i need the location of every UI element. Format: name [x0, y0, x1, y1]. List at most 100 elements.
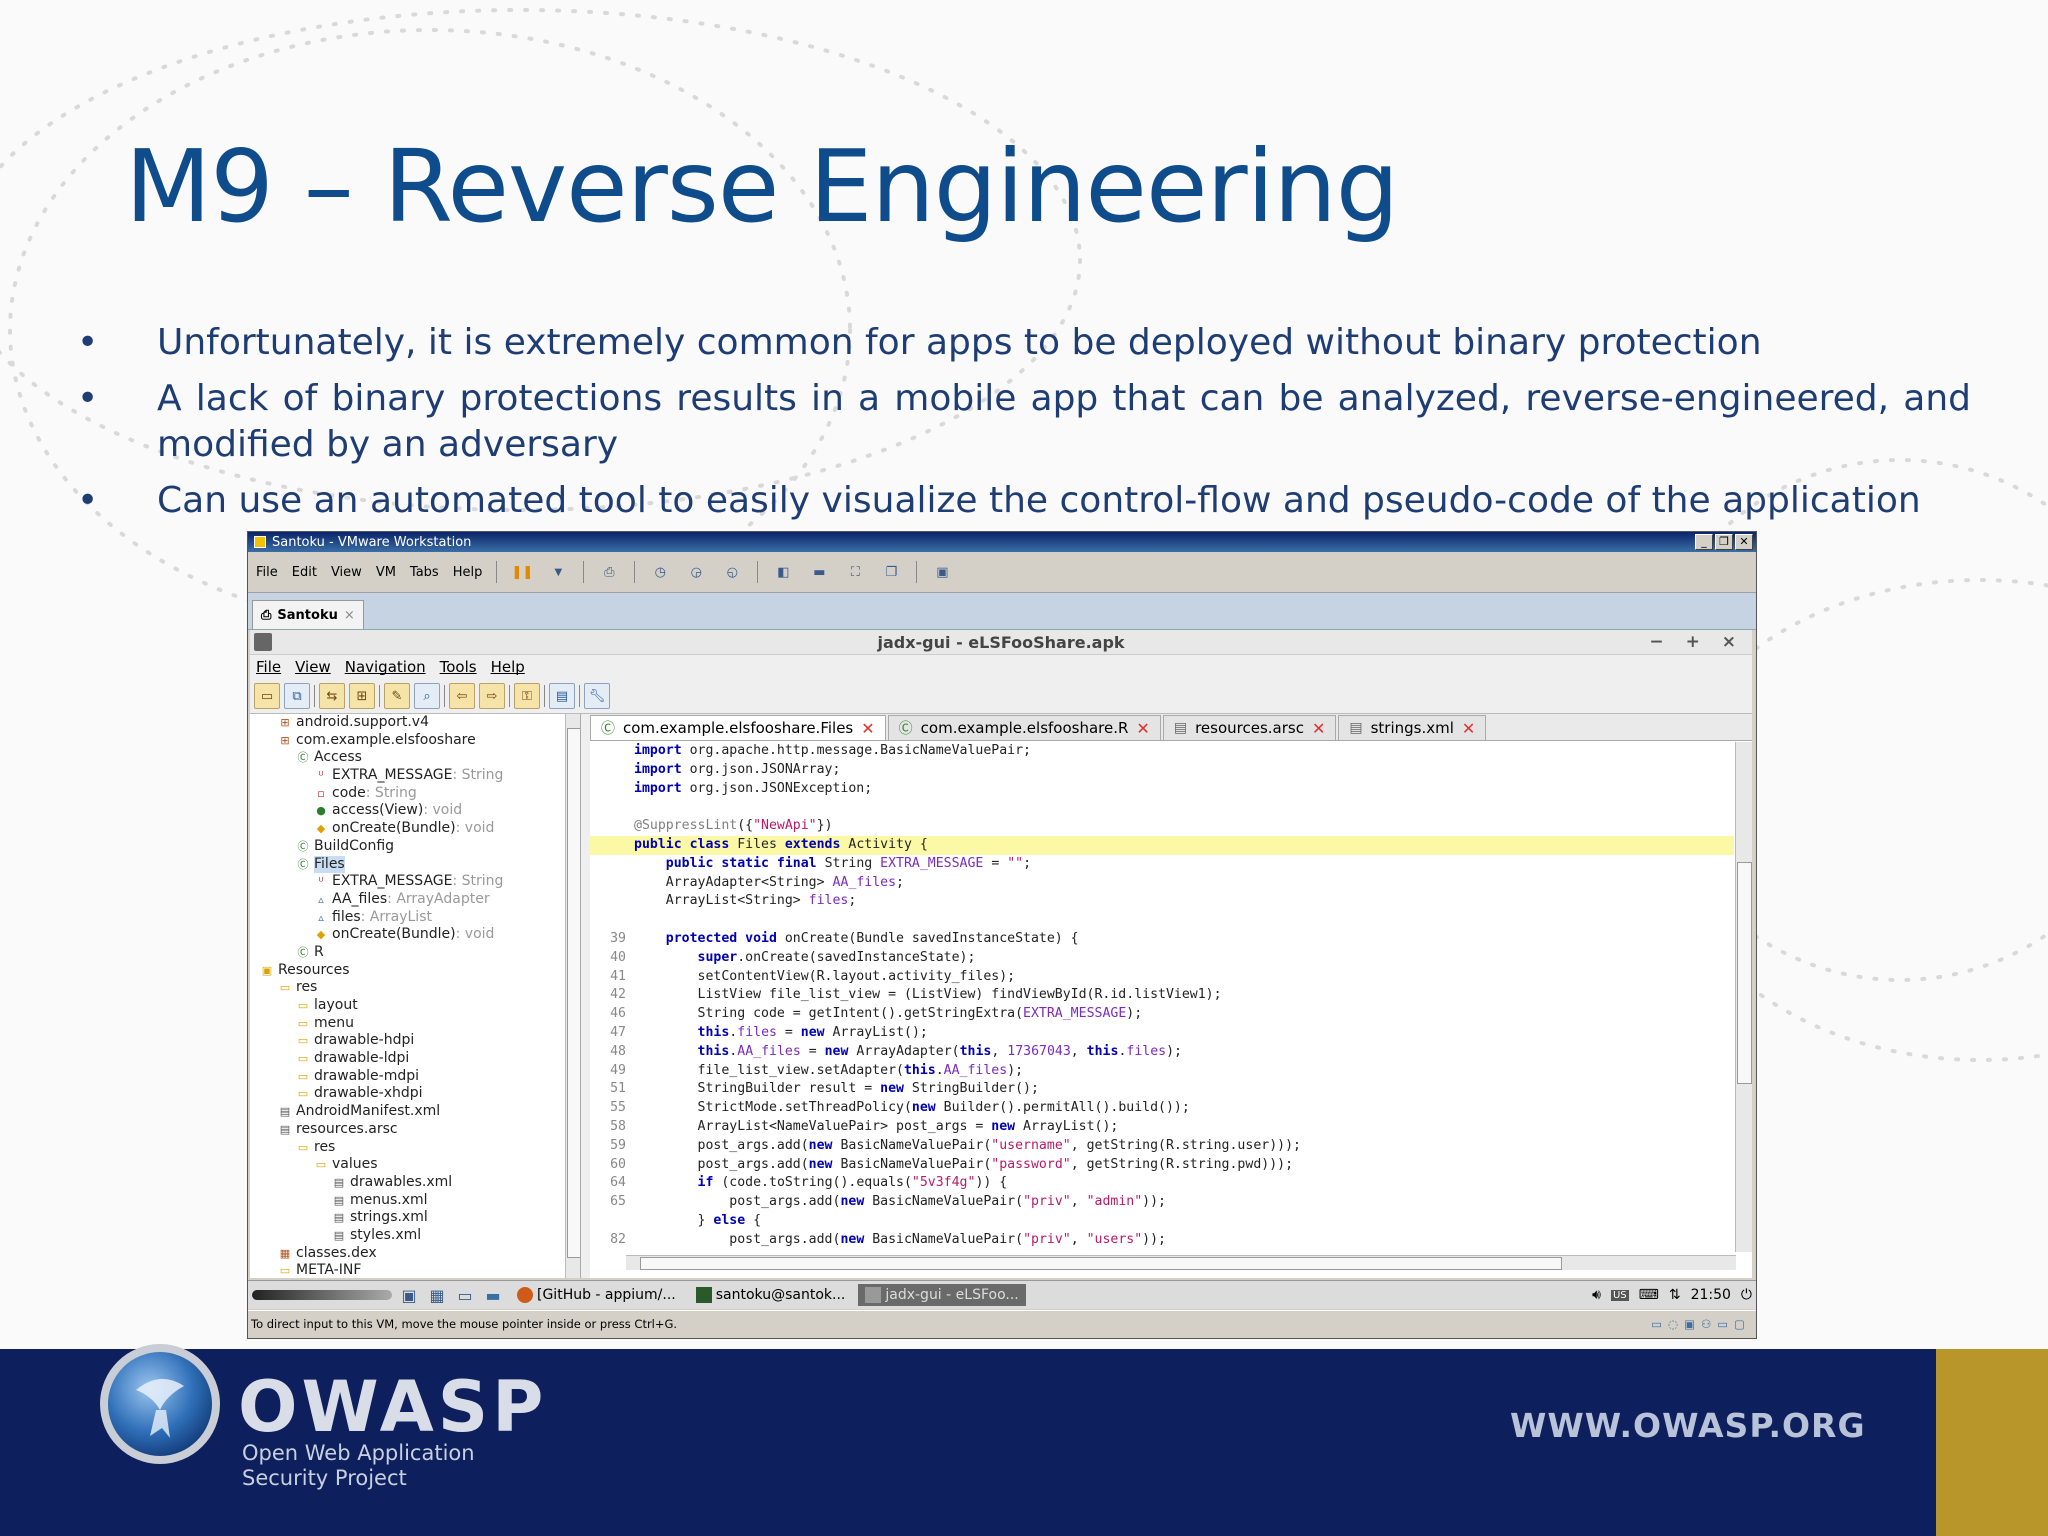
tree-node[interactable]: ⊞ android.support.v4: [250, 714, 580, 732]
tree-node[interactable]: ▤ resources.arsc: [250, 1121, 580, 1139]
preferences-icon[interactable]: 🔧︎: [584, 683, 610, 709]
code-view[interactable]: import org.apache.http.message.BasicName…: [590, 742, 1734, 1252]
unity-icon[interactable]: ❐: [880, 561, 902, 583]
revert-snapshot-icon[interactable]: ◶: [685, 561, 707, 583]
editor-tab[interactable]: ▤ resources.arsc ✕: [1162, 715, 1337, 740]
tree-node[interactable]: ▭ drawable-ldpi: [250, 1050, 580, 1068]
tree-node[interactable]: ● access(View) : void: [250, 802, 580, 820]
tree-node[interactable]: Ⓒ BuildConfig: [250, 838, 580, 856]
send-keys-icon[interactable]: ⎙: [598, 561, 620, 583]
pause-icon[interactable]: ❚❚: [511, 561, 533, 583]
tree-node[interactable]: ▤ menus.xml: [250, 1192, 580, 1210]
search-text-icon[interactable]: ✎: [384, 683, 410, 709]
editor-tab[interactable]: ▤ strings.xml ✕: [1338, 715, 1487, 740]
jadx-titlebar[interactable]: jadx-gui - eLSFooShare.apk − + ×: [250, 630, 1752, 655]
close-icon[interactable]: ✕: [1735, 534, 1753, 550]
tree-node[interactable]: Ⓒ Access: [250, 749, 580, 767]
tab-santoku[interactable]: ⎙ Santoku ×: [252, 600, 364, 629]
power-icon[interactable]: ⏻: [1741, 1287, 1752, 1303]
task-jadx[interactable]: jadx-gui - eLSFoo...: [858, 1284, 1026, 1306]
tree-node[interactable]: Ⓒ Files: [250, 855, 580, 874]
editor-tab[interactable]: Ⓒcom.example.elsfooshare.Files ✕: [590, 715, 886, 740]
open-file-icon[interactable]: ▭: [254, 683, 280, 709]
tree-node[interactable]: ▫ code : String: [250, 785, 580, 803]
jadx-menu-tools[interactable]: Tools: [440, 658, 477, 676]
menu-tabs[interactable]: Tabs: [410, 565, 439, 580]
flatten-packages-icon[interactable]: ⊞: [349, 683, 375, 709]
tree-node[interactable]: Ⓒ R: [250, 944, 580, 962]
tree-node[interactable]: ▦ classes.dex: [250, 1245, 580, 1263]
sync-tree-icon[interactable]: ⇆: [319, 683, 345, 709]
workspace-1-icon[interactable]: ▭: [454, 1284, 476, 1306]
tree-node[interactable]: ▭ layout: [250, 997, 580, 1015]
vmware-titlebar[interactable]: Santoku - VMware Workstation _ ❐ ✕: [248, 532, 1756, 552]
menu-edit[interactable]: Edit: [292, 565, 317, 580]
menu-view[interactable]: View: [331, 565, 362, 580]
deobfuscation-icon[interactable]: ⚿: [514, 683, 540, 709]
console-view-icon[interactable]: ▬: [808, 561, 830, 583]
keyboard-icon[interactable]: ⌨: [1639, 1287, 1659, 1303]
tree-node[interactable]: ▤ AndroidManifest.xml: [250, 1103, 580, 1121]
knife-launcher-icon[interactable]: [252, 1290, 392, 1300]
desktop-icon[interactable]: ▦: [426, 1284, 448, 1306]
tree-node[interactable]: ▭ META-INF: [250, 1262, 580, 1278]
fullscreen-icon[interactable]: ⛶: [844, 561, 866, 583]
editor-vscroll-thumb[interactable]: [1737, 862, 1752, 1084]
editor-hscroll-thumb[interactable]: [640, 1257, 1562, 1270]
jadx-menu-view[interactable]: View: [295, 658, 331, 676]
tree-node[interactable]: ▤ drawables.xml: [250, 1174, 580, 1192]
keyboard-layout-badge[interactable]: US: [1610, 1289, 1629, 1301]
close-tab-icon[interactable]: ×: [344, 608, 355, 623]
snapshot-manager-icon[interactable]: ◵: [721, 561, 743, 583]
tree-node[interactable]: ⊞ com.example.elsfooshare: [250, 732, 580, 750]
dropdown-arrow-icon[interactable]: ▼: [547, 561, 569, 583]
tree-node[interactable]: ▭ values: [250, 1156, 580, 1174]
tree-scrollbar[interactable]: [565, 714, 580, 1278]
tree-node[interactable]: ▭ drawable-mdpi: [250, 1068, 580, 1086]
task-github[interactable]: [GitHub - appium/...: [510, 1284, 683, 1306]
tree-node[interactable]: ▵ files : ArrayList: [250, 909, 580, 927]
tree-node[interactable]: ▤ strings.xml: [250, 1209, 580, 1227]
close-tab-icon[interactable]: ✕: [1312, 719, 1325, 738]
search-class-icon[interactable]: ⌕: [414, 683, 440, 709]
tree-node[interactable]: ▭ drawable-xhdpi: [250, 1085, 580, 1103]
tree-node[interactable]: ◆ onCreate(Bundle) : void: [250, 820, 580, 838]
tree-node[interactable]: ▵ AA_files : ArrayAdapter: [250, 891, 580, 909]
thumbnail-view-icon[interactable]: ▣: [931, 561, 953, 583]
tree-node[interactable]: ᵁ EXTRA_MESSAGE : String: [250, 767, 580, 785]
tree-node[interactable]: ▤ styles.xml: [250, 1227, 580, 1245]
tree-node[interactable]: ▣ Resources: [250, 962, 580, 980]
back-icon[interactable]: ⇦: [449, 683, 475, 709]
sidebar-toggle-icon[interactable]: ◧: [772, 561, 794, 583]
tree-node[interactable]: ▭ res: [250, 1139, 580, 1157]
jadx-window-controls[interactable]: − + ×: [1649, 632, 1744, 652]
editor-tab[interactable]: Ⓒcom.example.elsfooshare.R ✕: [887, 715, 1161, 740]
jadx-menu-file[interactable]: File: [256, 658, 281, 676]
close-tab-icon[interactable]: ✕: [1136, 719, 1149, 738]
close-tab-icon[interactable]: ✕: [861, 719, 874, 738]
device-status-icons[interactable]: ▭◌▣⚇▭▢: [1651, 1317, 1751, 1331]
minimize-icon[interactable]: _: [1695, 534, 1713, 550]
tree-node[interactable]: ◆ onCreate(Bundle) : void: [250, 926, 580, 944]
save-all-icon[interactable]: ⧉: [284, 683, 310, 709]
editor-horizontal-scrollbar[interactable]: [626, 1255, 1736, 1270]
forward-icon[interactable]: ⇨: [479, 683, 505, 709]
jadx-menu-help[interactable]: Help: [491, 658, 525, 676]
jadx-menu-navigation[interactable]: Navigation: [345, 658, 426, 676]
menu-file[interactable]: File: [256, 565, 278, 580]
menu-help[interactable]: Help: [453, 565, 483, 580]
restore-icon[interactable]: ❐: [1715, 534, 1733, 550]
editor-vertical-scrollbar[interactable]: [1735, 742, 1752, 1252]
tree-node[interactable]: ▭ drawable-hdpi: [250, 1032, 580, 1050]
snapshot-icon[interactable]: ◷: [649, 561, 671, 583]
tree-node[interactable]: ▭ menu: [250, 1015, 580, 1033]
tree-node[interactable]: ᵁ EXTRA_MESSAGE : String: [250, 873, 580, 891]
volume-icon[interactable]: 🔊︎: [1592, 1287, 1601, 1303]
network-icon[interactable]: ⇅: [1669, 1287, 1681, 1303]
menu-vm[interactable]: VM: [376, 565, 396, 580]
file-manager-icon[interactable]: ▣: [398, 1284, 420, 1306]
workspace-2-icon[interactable]: ▬: [482, 1284, 504, 1306]
task-terminal[interactable]: santoku@santok...: [689, 1284, 853, 1306]
tree-scrollbar-thumb[interactable]: [567, 728, 580, 1258]
close-tab-icon[interactable]: ✕: [1462, 719, 1475, 738]
